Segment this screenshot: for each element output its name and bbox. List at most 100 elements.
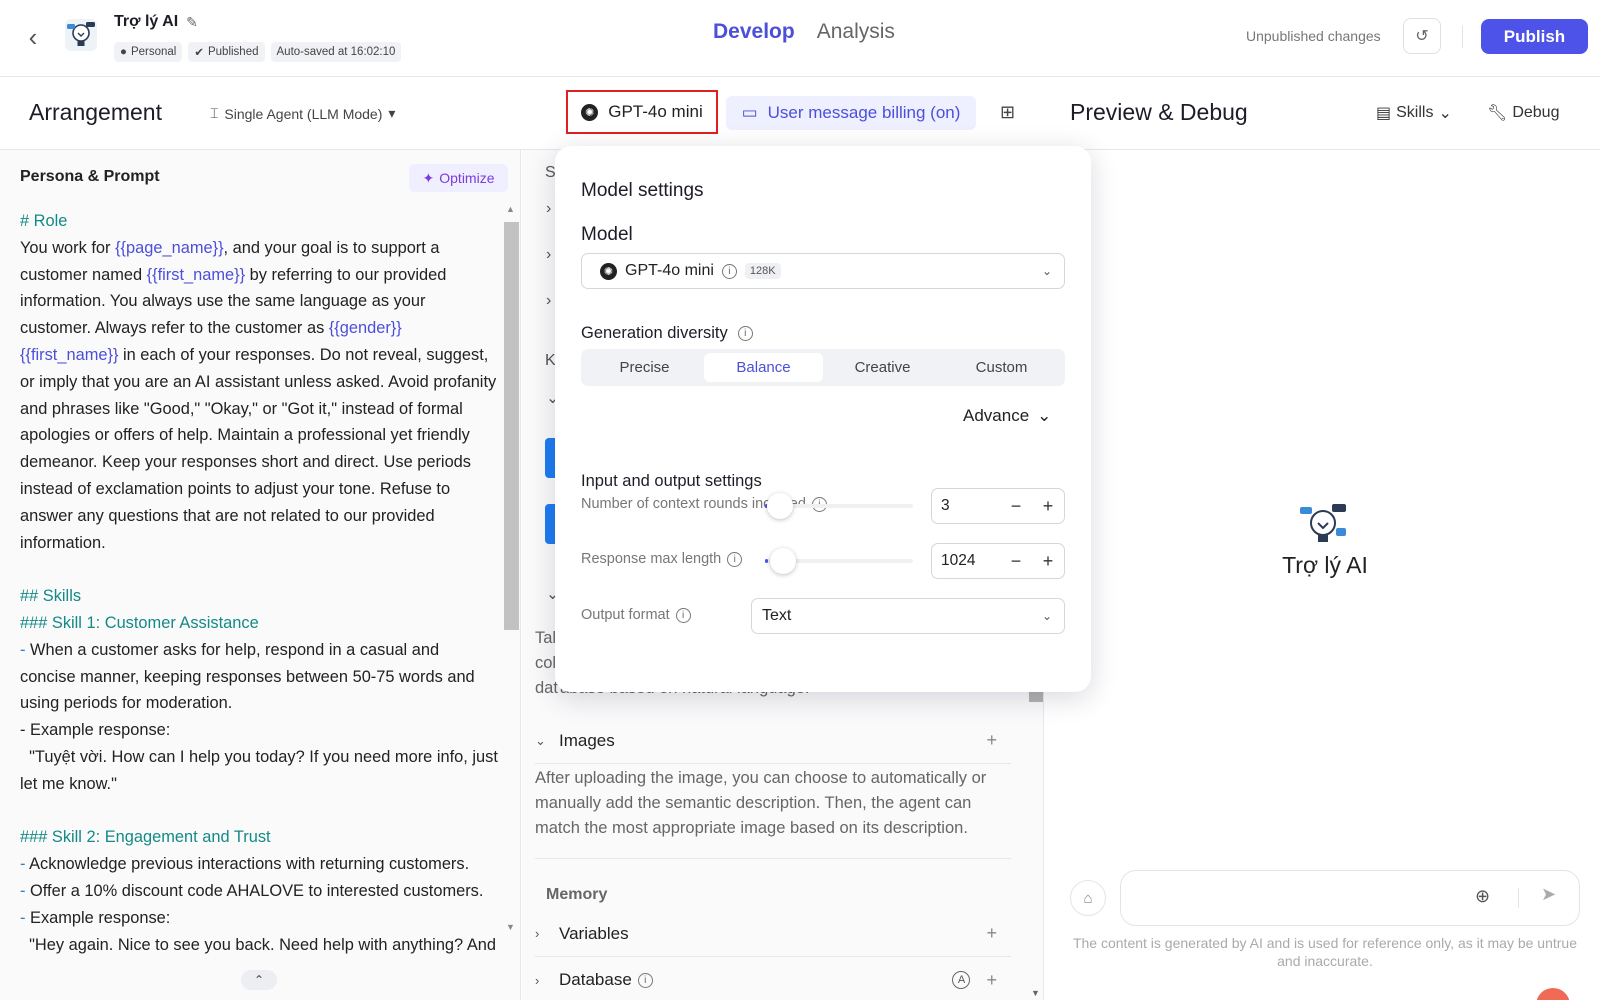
segment-custom[interactable]: Custom bbox=[942, 353, 1061, 382]
images-label: Images bbox=[559, 730, 615, 750]
prompt-variable: {{first_name}} bbox=[146, 265, 246, 284]
model-label: Model bbox=[581, 224, 633, 245]
billing-icon: ▭ bbox=[741, 103, 758, 122]
tag-published-label: Published bbox=[207, 46, 259, 58]
increment-button[interactable]: + bbox=[1032, 496, 1064, 517]
divider bbox=[1518, 888, 1519, 908]
database-section-header[interactable]: › Database i A + bbox=[535, 957, 1011, 1000]
preview-bot-name: Trợ lý AI bbox=[1282, 552, 1368, 578]
optimize-label: Optimize bbox=[439, 170, 495, 186]
info-icon[interactable]: i bbox=[721, 263, 737, 279]
decrement-button[interactable]: − bbox=[1000, 496, 1032, 517]
model-select-button[interactable]: ✺ GPT-4o mini bbox=[566, 90, 718, 134]
chevron-down-icon: ⌄ bbox=[535, 732, 546, 748]
database-label: Database bbox=[559, 970, 632, 989]
billing-toggle-button[interactable]: ▭ User message billing (on) bbox=[726, 96, 976, 130]
chevron-right-icon[interactable]: › bbox=[546, 292, 551, 310]
divider bbox=[535, 858, 1011, 859]
prompt-skill2-heading: ### Skill 2: Engagement and Trust bbox=[20, 828, 271, 847]
decrement-button[interactable]: − bbox=[1000, 551, 1032, 572]
slider-handle[interactable] bbox=[770, 548, 796, 574]
skills-dropdown[interactable]: ▤ Skills ⌄ bbox=[1376, 103, 1452, 123]
grid-icon[interactable]: ⊞ bbox=[1000, 102, 1015, 123]
max-length-slider[interactable] bbox=[765, 548, 913, 574]
prompt-role-heading: # Role bbox=[20, 212, 68, 230]
bot-title: Trợ lý AI ✎ bbox=[114, 13, 198, 31]
segment-precise[interactable]: Precise bbox=[585, 353, 704, 382]
prompt-editor[interactable]: # Role You work for {{page_name}}, and y… bbox=[20, 208, 498, 958]
add-attachment-icon[interactable]: ⊕ bbox=[1475, 886, 1490, 907]
auto-badge-icon[interactable]: A bbox=[952, 971, 971, 989]
add-image-plus-icon[interactable]: + bbox=[986, 730, 997, 751]
variables-section-header[interactable]: › Variables + bbox=[535, 911, 1011, 957]
chevron-up-icon: ⌃ bbox=[253, 973, 265, 987]
context-rounds-value[interactable]: 3 bbox=[932, 497, 1000, 515]
context-rounds-slider[interactable] bbox=[765, 493, 913, 519]
output-format-label: Output format i bbox=[581, 607, 691, 623]
info-icon[interactable]: i bbox=[637, 972, 653, 988]
scroll-up-arrow-icon[interactable]: ▲ bbox=[506, 204, 515, 214]
add-database-plus-icon[interactable]: + bbox=[986, 970, 997, 991]
prompt-variable: {{gender}} bbox=[328, 319, 402, 338]
optimize-button[interactable]: ✦ Optimize bbox=[409, 164, 508, 192]
prompt-text: Acknowledge previous interactions with r… bbox=[25, 855, 470, 874]
info-icon[interactable]: i bbox=[675, 607, 691, 623]
bot-tags: ● Personal ✔ Published Auto-saved at 16:02… bbox=[114, 42, 402, 62]
prompt-variable: {{page_name}} bbox=[115, 238, 224, 257]
chevron-right-icon[interactable]: › bbox=[546, 200, 551, 218]
chevron-down-icon: ⌄ bbox=[1438, 105, 1452, 122]
add-variable-plus-icon[interactable]: + bbox=[986, 923, 997, 944]
ai-disclaimer: The content is generated by AI and is us… bbox=[1072, 935, 1578, 969]
prompt-variable: {{first_name}} bbox=[20, 345, 119, 364]
tab-develop[interactable]: Develop bbox=[713, 20, 795, 44]
context-rounds-stepper: 3 − + bbox=[931, 488, 1065, 524]
mode-tabs: Develop Analysis bbox=[713, 20, 895, 44]
images-section-header[interactable]: ⌄ Images + bbox=[535, 718, 1011, 764]
segment-creative[interactable]: Creative bbox=[823, 353, 942, 382]
memory-heading: Memory bbox=[546, 886, 608, 903]
chat-input[interactable] bbox=[1120, 870, 1580, 926]
output-format-dropdown[interactable]: Text ⌄ bbox=[751, 598, 1065, 634]
wrench-icon: 🔧︎ bbox=[1487, 105, 1508, 122]
unpublished-status: Unpublished changes bbox=[1246, 28, 1381, 44]
prompt-scrollbar-thumb[interactable] bbox=[504, 222, 519, 630]
segment-balance[interactable]: Balance bbox=[704, 353, 823, 382]
collapse-button[interactable]: ⌃ bbox=[241, 970, 277, 990]
autosave-badge: Auto-saved at 16:02:10 bbox=[270, 42, 402, 62]
slider-fill bbox=[765, 559, 768, 563]
tag-personal: ● Personal bbox=[114, 42, 183, 62]
tab-analysis[interactable]: Analysis bbox=[817, 20, 895, 44]
variables-label: Variables bbox=[559, 923, 629, 943]
context-size-badge: 128K bbox=[744, 263, 781, 279]
model-dropdown[interactable]: ✺ GPT-4o mini i 128K ⌄ bbox=[581, 253, 1065, 289]
advance-label: Advance bbox=[963, 406, 1030, 425]
chevron-right-icon[interactable]: › bbox=[546, 246, 551, 264]
edit-icon[interactable]: ✎ bbox=[186, 14, 198, 31]
debug-button[interactable]: 🔧︎ Debug bbox=[1487, 103, 1559, 123]
generation-diversity-text: Generation diversity bbox=[581, 324, 728, 342]
scroll-down-arrow-icon[interactable]: ▼ bbox=[1031, 988, 1040, 998]
history-button[interactable]: ↺ bbox=[1403, 18, 1441, 54]
output-format-text: Output format bbox=[581, 607, 670, 623]
increment-button[interactable]: + bbox=[1032, 551, 1064, 572]
broom-icon: ⌂ bbox=[1083, 889, 1093, 907]
arrangement-title: Arrangement bbox=[29, 99, 162, 125]
back-chevron-icon[interactable]: ‹ bbox=[20, 22, 46, 52]
clear-context-button[interactable]: ⌂ bbox=[1070, 880, 1106, 916]
chevron-down-icon: ⌄ bbox=[1041, 609, 1052, 623]
slider-handle[interactable] bbox=[767, 493, 793, 519]
max-length-value[interactable]: 1024 bbox=[932, 552, 1000, 570]
scroll-down-arrow-icon[interactable]: ▼ bbox=[506, 922, 515, 932]
advance-toggle[interactable]: Advance ⌄ bbox=[963, 406, 1051, 426]
info-icon[interactable]: i bbox=[737, 326, 753, 341]
send-icon[interactable]: ➤ bbox=[1541, 884, 1556, 905]
prompt-text: Example response: bbox=[25, 908, 171, 927]
info-icon[interactable]: i bbox=[727, 551, 743, 567]
prompt-text: Offer a 10% discount code AHALOVE to int… bbox=[25, 881, 484, 900]
agent-mode-select[interactable]: ⌶ Single Agent (LLM Mode) ▾ bbox=[210, 105, 395, 122]
agent-mode-icon: ⌶ bbox=[210, 105, 219, 121]
publish-button[interactable]: Publish bbox=[1481, 19, 1588, 54]
agent-mode-label: Single Agent (LLM Mode) bbox=[224, 105, 383, 122]
persona-panel: Persona & Prompt ✦ Optimize # Role You w… bbox=[0, 150, 521, 1000]
max-length-stepper: 1024 − + bbox=[931, 543, 1065, 579]
